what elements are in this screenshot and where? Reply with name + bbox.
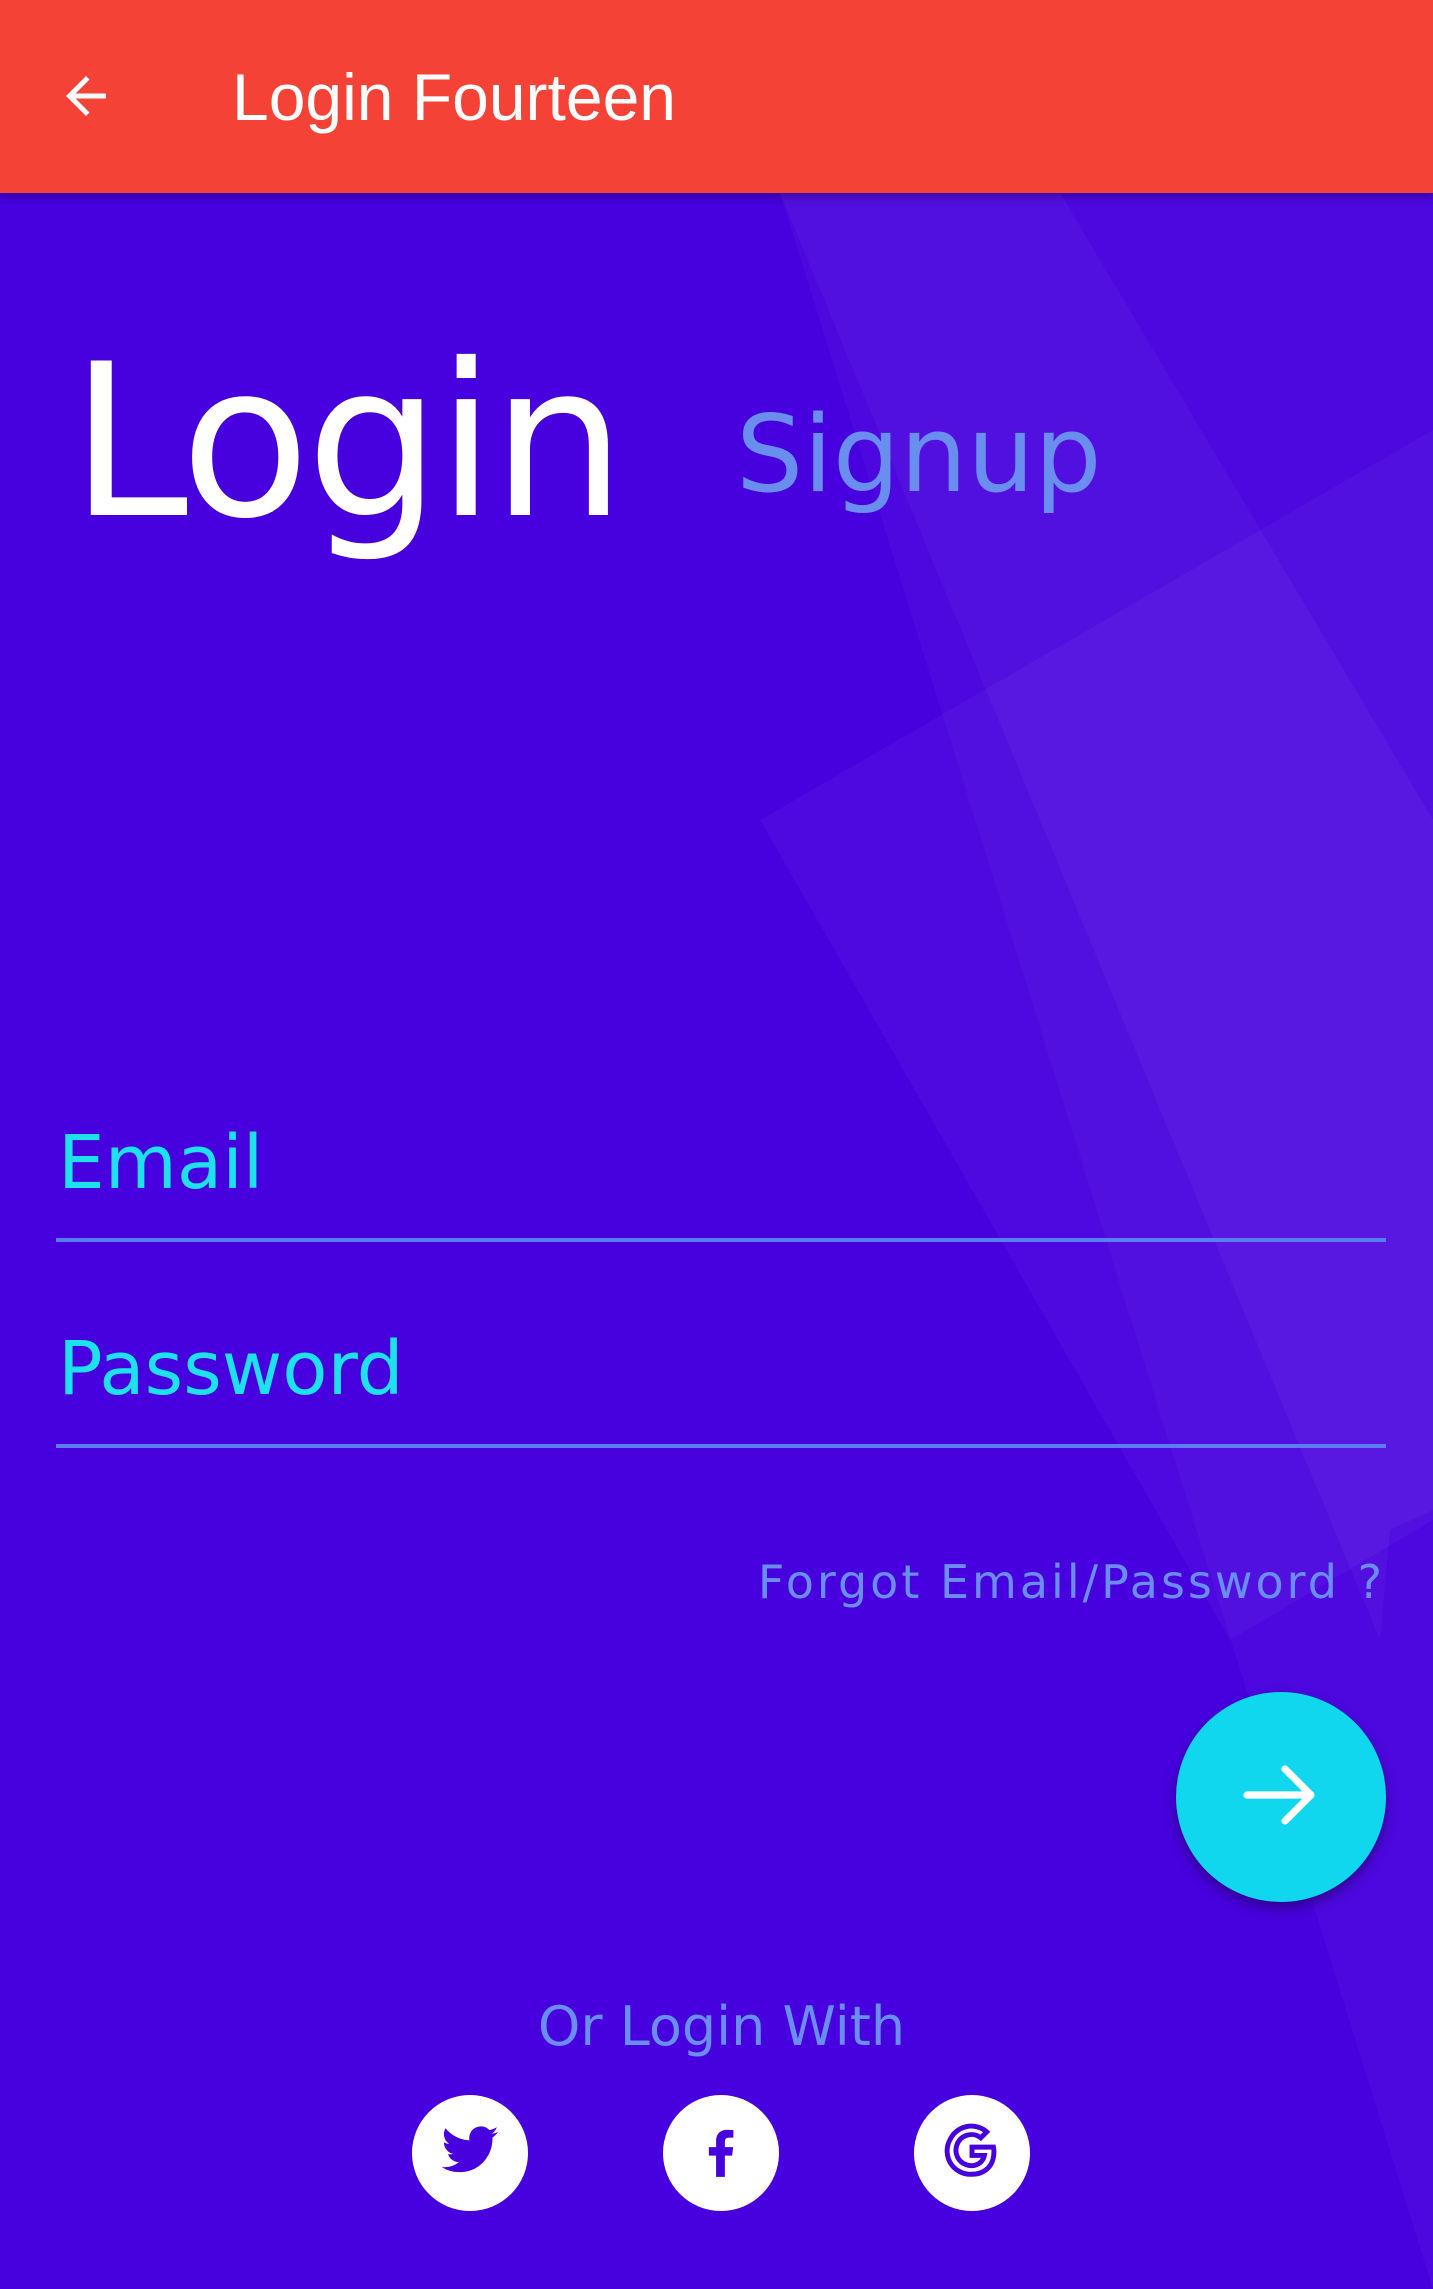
login-screen: Login Fourteen Login Signup Email Passwo… [0, 0, 1433, 2289]
google-login-button[interactable] [914, 2095, 1030, 2211]
background-shape-square [760, 430, 1433, 1640]
tab-login[interactable]: Login [70, 322, 626, 562]
google-icon [941, 2120, 1003, 2187]
arrow-forward-icon [1233, 1747, 1329, 1848]
facebook-icon [690, 2120, 752, 2187]
app-bar-title: Login Fourteen [232, 60, 676, 134]
email-field[interactable]: Email [56, 1108, 1386, 1242]
password-placeholder: Password [58, 1326, 404, 1412]
arrow-back-icon [56, 66, 116, 131]
twitter-login-button[interactable] [412, 2095, 528, 2211]
social-login-heading: Or Login With [537, 1995, 906, 2058]
facebook-login-button[interactable] [663, 2095, 779, 2211]
email-placeholder: Email [58, 1120, 264, 1206]
app-bar: Login Fourteen [0, 0, 1433, 193]
forgot-password-link[interactable]: Forgot Email/Password ? [758, 1552, 1385, 1612]
submit-button[interactable] [1176, 1692, 1386, 1902]
twitter-icon [439, 2120, 501, 2187]
tab-signup[interactable]: Signup [736, 395, 1102, 515]
back-button[interactable] [38, 50, 134, 146]
password-field[interactable]: Password [56, 1314, 1386, 1448]
